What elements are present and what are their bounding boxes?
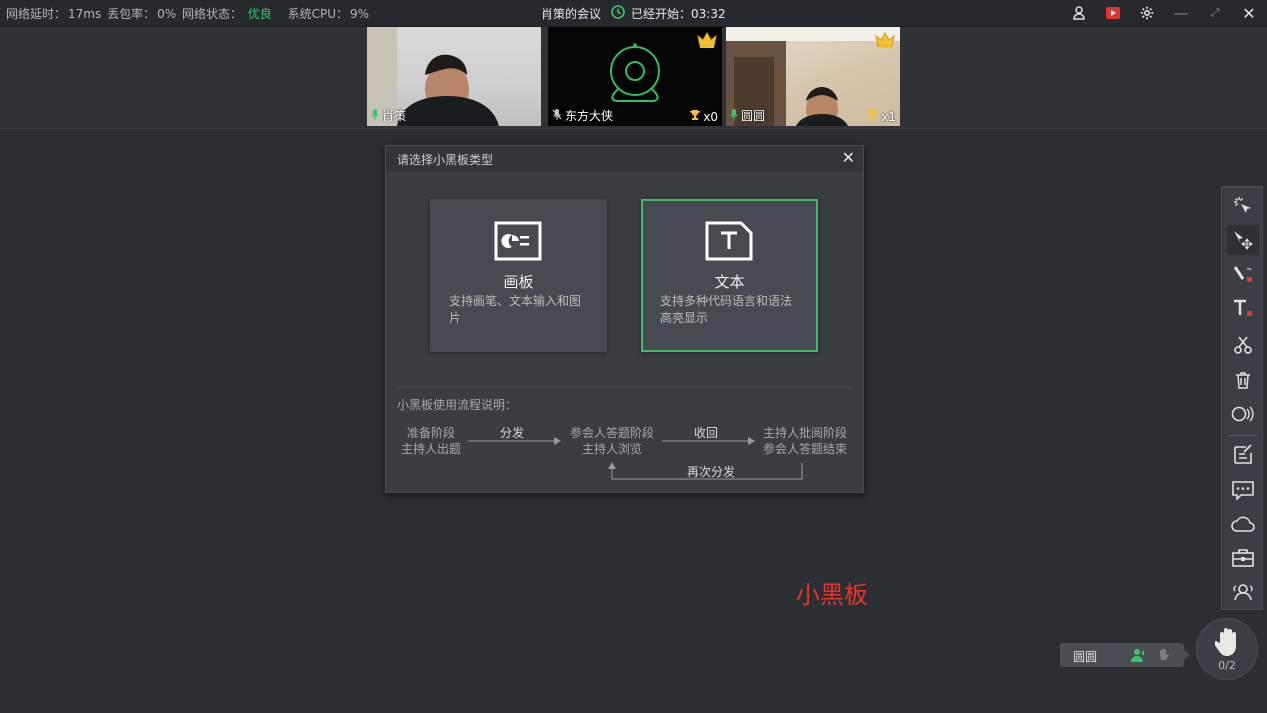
trophy-icon <box>867 109 879 124</box>
video-tile-1[interactable]: 肖策 <box>367 27 541 126</box>
dialog-title: 请选择小黑板类型 <box>397 153 494 167</box>
caption-label: 小黑板 <box>796 581 868 609</box>
cloud-icon[interactable] <box>1227 509 1259 539</box>
drawing-board-option[interactable]: 画板 支持画笔、文本输入和图片 <box>430 199 607 352</box>
toolbox-icon[interactable] <box>1227 543 1259 573</box>
video-strip: 肖策 东方大侠 x0 圆圆 x1 <box>0 27 1267 129</box>
flow-step-review: 主持人批阅阶段 参会人答题结束 <box>762 426 847 456</box>
toolbar-divider <box>1228 435 1258 436</box>
flow-title: 小黑板使用流程说明： <box>397 398 518 412</box>
loss-value: 0% <box>157 7 177 21</box>
scissors-icon[interactable] <box>1227 330 1259 360</box>
cpu-value: 9% <box>350 7 370 21</box>
hand-count: 0/2 <box>1218 659 1236 672</box>
user-lock-icon[interactable] <box>1069 3 1089 23</box>
top-status-bar: 网络延时： 17ms 丢包率： 0% 网络状态： 优良 系统CPU： 9% 肖策的会议… <box>0 0 1267 27</box>
members-icon[interactable] <box>1227 577 1259 607</box>
eraser-icon[interactable] <box>1227 399 1259 429</box>
card-title: 画板 <box>503 273 534 291</box>
record-icon[interactable] <box>1103 3 1123 23</box>
card-title: 文本 <box>714 273 745 291</box>
divider <box>397 387 854 388</box>
usage-flow-diagram: 准备阶段 主持人出题 分发 参会人答题阶段 主持人浏览 收回 主持人批阅阶段 参… <box>386 421 863 481</box>
requester-name: 圆圆 <box>1073 650 1098 664</box>
window-controls: — ⤢ ✕ <box>1069 3 1259 23</box>
arrow-right-icon <box>468 437 561 445</box>
trophy-count: x1 <box>867 109 896 124</box>
maximize-icon[interactable]: ⤢ <box>1205 3 1225 23</box>
pen-icon[interactable] <box>1227 259 1259 289</box>
text-option[interactable]: 文本 支持多种代码语言和语法高亮显示 <box>641 199 818 352</box>
edit-note-icon[interactable] <box>1227 439 1259 469</box>
flow-step-answer: 参会人答题阶段 主持人浏览 <box>569 426 654 456</box>
raise-hand-button[interactable]: 0/2 <box>1196 618 1258 680</box>
elapsed-label: 已经开始： <box>631 7 692 21</box>
close-window-icon[interactable]: ✕ <box>1239 3 1259 23</box>
settings-gear-icon[interactable] <box>1137 3 1157 23</box>
trophy-count: x0 <box>689 109 718 124</box>
hand-icon <box>1213 627 1241 661</box>
elapsed-value: 03:32 <box>691 6 726 21</box>
mic-on-icon <box>371 108 379 123</box>
flow-step-prepare: 准备阶段 主持人出题 <box>400 426 461 456</box>
trash-icon[interactable] <box>1227 365 1259 395</box>
latency-label: 网络延时： <box>6 7 67 21</box>
close-icon[interactable]: ✕ <box>842 148 855 167</box>
trophy-icon <box>689 109 701 124</box>
net-status-label: 网络状态： <box>181 7 242 21</box>
crown-icon <box>696 31 718 53</box>
arrow-right-icon <box>662 437 755 445</box>
mic-on-icon <box>730 108 738 123</box>
blackboard-type-dialog: 请选择小黑板类型 ✕ 画板 支持画笔、文本输入和图片 文本 支持多种代码语言和语… <box>385 145 864 493</box>
card-description: 支持画笔、文本输入和图片 <box>449 294 582 325</box>
whiteboard-toolbar <box>1221 186 1263 610</box>
card-description: 支持多种代码语言和语法高亮显示 <box>660 294 793 325</box>
text-document-icon <box>705 221 753 261</box>
dialog-header: 请选择小黑板类型 ✕ <box>386 146 863 171</box>
participant-name-tag: 圆圆 <box>730 107 765 124</box>
net-status-value: 优良 <box>247 7 272 21</box>
laser-pointer-icon[interactable] <box>1227 191 1259 221</box>
minimize-icon[interactable]: — <box>1171 3 1191 23</box>
select-move-icon[interactable] <box>1227 225 1259 255</box>
video-tile-3[interactable]: 圆圆 x1 <box>726 27 900 126</box>
network-stats: 网络延时： 17ms 丢包率： 0% 网络状态： 优良 系统CPU： 9% <box>6 5 371 22</box>
clock-icon <box>611 5 625 22</box>
video-tile-2[interactable]: 东方大侠 x0 <box>548 27 722 126</box>
mic-muted-icon <box>552 108 562 123</box>
flow-loop-label: 再次分发 <box>687 465 736 479</box>
crown-icon <box>874 31 896 53</box>
participant-name-tag: 肖策 <box>371 107 406 124</box>
raise-hand-request: 圆圆 <box>1060 643 1190 667</box>
drawing-board-icon <box>494 221 542 261</box>
participant-name-tag: 东方大侠 <box>552 107 613 124</box>
latency-value: 17ms <box>68 7 102 21</box>
cpu-label: 系统CPU： <box>287 7 349 21</box>
approve-speak-icon[interactable] <box>1131 648 1147 665</box>
loss-label: 丢包率： <box>107 7 156 21</box>
chat-icon[interactable] <box>1227 475 1259 505</box>
meeting-info: 肖策的会议 已经开始： 03:32 <box>541 5 726 22</box>
text-tool-icon[interactable] <box>1227 293 1259 323</box>
hand-lower-icon[interactable] <box>1158 648 1170 665</box>
meeting-title: 肖策的会议 <box>541 7 602 21</box>
